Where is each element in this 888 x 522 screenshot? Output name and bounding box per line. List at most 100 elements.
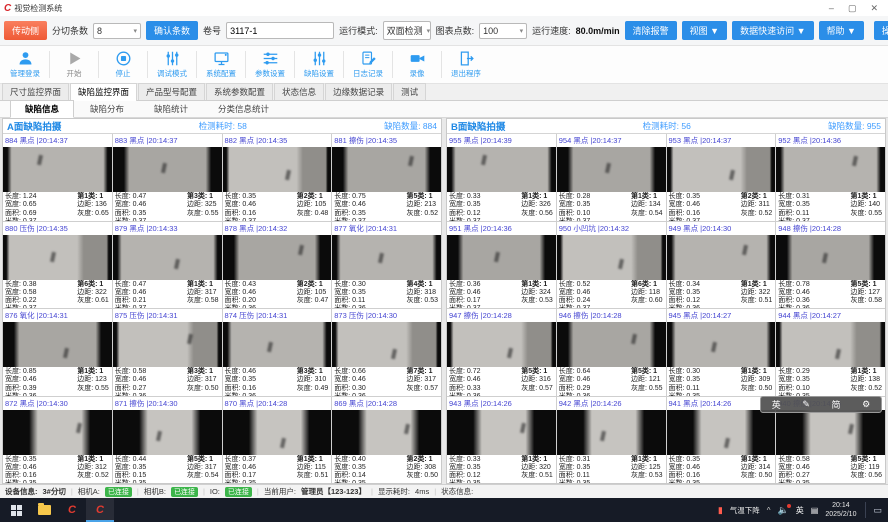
defect-cell[interactable]: 879 黑点 |20:14:33 长度: 0.47 宽度: 0.46 面积: 0…: [113, 222, 222, 309]
defect-image[interactable]: [332, 410, 441, 455]
defect-image[interactable]: [667, 235, 776, 280]
defect-image[interactable]: [447, 235, 556, 280]
defect-cell[interactable]: 874 压伤 |20:14:31 长度: 0.46 宽度: 0.35 面积: 0…: [223, 309, 332, 396]
defect-image[interactable]: [3, 147, 112, 192]
minimize-button[interactable]: –: [829, 3, 834, 14]
operate-side-button[interactable]: 操作侧: [874, 21, 888, 40]
clear-alarm-button[interactable]: 清除报警: [625, 21, 677, 40]
ime-keyboard-icon[interactable]: ▤: [811, 506, 819, 515]
defect-cell[interactable]: 869 黑点 |20:14:28 长度: 0.40 宽度: 0.35 面积: 0…: [332, 397, 441, 484]
defect-cell[interactable]: 943 黑点 |20:14:26 长度: 0.33 宽度: 0.35 面积: 0…: [447, 397, 556, 484]
defect-cell[interactable]: 948 擦伤 |20:14:28 长度: 0.78 宽度: 0.46 面积: 0…: [776, 222, 885, 309]
defect-cell[interactable]: 955 黑点 |20:14:39 长度: 0.33 宽度: 0.35 面积: 0…: [447, 134, 556, 221]
record-video-button[interactable]: 录像: [394, 46, 440, 83]
ime-item-2[interactable]: 简: [832, 398, 841, 411]
defect-cell[interactable]: 880 压伤 |20:14:35 长度: 0.38 宽度: 0.58 面积: 0…: [3, 222, 112, 309]
defect-cell[interactable]: 947 擦伤 |20:14:28 长度: 0.72 宽度: 0.46 面积: 0…: [447, 309, 556, 396]
defect-cell[interactable]: 951 黑点 |20:14:36 长度: 0.36 宽度: 0.46 面积: 0…: [447, 222, 556, 309]
defect-cell[interactable]: 877 氧化 |20:14:31 长度: 0.30 宽度: 0.35 面积: 0…: [332, 222, 441, 309]
slit-count-select[interactable]: 8▾: [93, 23, 141, 39]
defect-cell[interactable]: 872 黑点 |20:14:30 长度: 0.35 宽度: 0.46 面积: 0…: [3, 397, 112, 484]
tab-1[interactable]: 缺陷监控界面: [70, 83, 137, 101]
defect-image[interactable]: [557, 322, 666, 367]
defect-cell[interactable]: 954 黑点 |20:14:37 长度: 0.28 宽度: 0.35 面积: 0…: [557, 134, 666, 221]
defect-image[interactable]: [667, 410, 776, 455]
defect-image[interactable]: [447, 322, 556, 367]
debug-mode-button[interactable]: 调试模式: [149, 46, 195, 83]
tab-5[interactable]: 边缘数据记录: [325, 83, 392, 100]
defect-image[interactable]: [776, 235, 885, 280]
defect-image[interactable]: [557, 410, 666, 455]
ime-item-3[interactable]: ⚙: [862, 399, 870, 410]
defect-cell[interactable]: 881 擦伤 |20:14:35 长度: 0.75 宽度: 0.46 面积: 0…: [332, 134, 441, 221]
defect-image[interactable]: [667, 147, 776, 192]
defect-cell[interactable]: 952 黑点 |20:14:36 长度: 0.31 宽度: 0.35 面积: 0…: [776, 134, 885, 221]
run-mode-select[interactable]: 双面检测▾: [383, 21, 431, 40]
defect-cell[interactable]: 946 擦伤 |20:14:28 长度: 0.64 宽度: 0.46 面积: 0…: [557, 309, 666, 396]
tab-2[interactable]: 产品型号配置: [138, 83, 205, 100]
defect-cell[interactable]: 942 黑点 |20:14:26 长度: 0.31 宽度: 0.35 面积: 0…: [557, 397, 666, 484]
defect-cell[interactable]: 876 氧化 |20:14:31 长度: 0.85 宽度: 0.46 面积: 0…: [3, 309, 112, 396]
input-language-indicator[interactable]: 英: [796, 505, 804, 516]
chart-points-select[interactable]: 100▾: [479, 23, 527, 39]
help-menu-button[interactable]: 帮助 ▼: [819, 21, 864, 40]
tab-0[interactable]: 尺寸监控界面: [2, 83, 69, 100]
tab-3[interactable]: 系统参数配置: [206, 83, 273, 100]
confirm-count-button[interactable]: 确认条数: [146, 21, 198, 40]
defect-cell[interactable]: 871 擦伤 |20:14:30 长度: 0.44 宽度: 0.35 面积: 0…: [113, 397, 222, 484]
defect-image[interactable]: [223, 410, 332, 455]
defect-image[interactable]: [332, 322, 441, 367]
defect-image[interactable]: [3, 322, 112, 367]
defect-image[interactable]: [447, 410, 556, 455]
exit-program-button[interactable]: 退出程序: [443, 46, 489, 83]
defect-cell[interactable]: 873 压伤 |20:14:30 长度: 0.66 宽度: 0.46 面积: 0…: [332, 309, 441, 396]
defect-cell[interactable]: 882 黑点 |20:14:35 长度: 0.35 宽度: 0.46 面积: 0…: [223, 134, 332, 221]
notification-center-icon[interactable]: ▭: [873, 505, 882, 516]
defect-cell[interactable]: 950 小凹坑 |20:14:32 长度: 0.52 宽度: 0.46 面积: …: [557, 222, 666, 309]
pinned-app-button[interactable]: C: [58, 498, 86, 522]
start-button[interactable]: [2, 498, 30, 522]
maximize-button[interactable]: ▢: [848, 3, 857, 14]
defect-cell[interactable]: 875 压伤 |20:14:31 长度: 0.58 宽度: 0.46 面积: 0…: [113, 309, 222, 396]
defect-cell[interactable]: 884 黑点 |20:14:37 长度: 1.24 宽度: 0.65 面积: 0…: [3, 134, 112, 221]
defect-cell[interactable]: 941 黑点 |20:14:26 长度: 0.35 宽度: 0.46 面积: 0…: [667, 397, 776, 484]
tab-6[interactable]: 测试: [393, 83, 426, 100]
stop-button[interactable]: 停止: [100, 46, 146, 83]
view-menu-button[interactable]: 视图 ▼: [682, 21, 727, 40]
defect-image[interactable]: [776, 410, 885, 455]
quick-access-menu-button[interactable]: 数据快速访问 ▼: [732, 21, 813, 40]
defect-cell[interactable]: 870 黑点 |20:14:28 长度: 0.37 宽度: 0.46 面积: 0…: [223, 397, 332, 484]
defect-image[interactable]: [3, 235, 112, 280]
defect-image[interactable]: [667, 322, 776, 367]
log-record-button[interactable]: 日志记录: [345, 46, 391, 83]
admin-login-button[interactable]: 管理登录: [2, 46, 48, 83]
subtab-1[interactable]: 缺陷分布: [76, 101, 138, 117]
defect-image[interactable]: [113, 235, 222, 280]
taskbar-clock[interactable]: 20:14 2025/2/10: [825, 501, 856, 520]
subtab-0[interactable]: 缺陷信息: [10, 100, 74, 118]
drive-side-button[interactable]: 传动侧: [4, 21, 47, 40]
weather-text[interactable]: 气温下降: [730, 505, 760, 516]
defect-image[interactable]: [332, 235, 441, 280]
ime-item-0[interactable]: 英: [772, 398, 781, 411]
param-settings-button[interactable]: 参数设置: [247, 46, 293, 83]
subtab-2[interactable]: 缺陷统计: [140, 101, 202, 117]
roll-number-input[interactable]: [226, 22, 334, 39]
defect-image[interactable]: [223, 322, 332, 367]
defect-cell[interactable]: 944 黑点 |20:14:27 长度: 0.29 宽度: 0.35 面积: 0…: [776, 309, 885, 396]
defect-cell[interactable]: 953 黑点 |20:14:37 长度: 0.35 宽度: 0.46 面积: 0…: [667, 134, 776, 221]
defect-cell[interactable]: 945 黑点 |20:14:27 长度: 0.30 宽度: 0.35 面积: 0…: [667, 309, 776, 396]
defect-image[interactable]: [332, 147, 441, 192]
ime-item-1[interactable]: ✎: [802, 399, 810, 410]
subtab-3[interactable]: 分类信息统计: [204, 101, 283, 117]
tray-expand-icon[interactable]: ^: [767, 506, 771, 515]
defect-image[interactable]: [557, 235, 666, 280]
tab-4[interactable]: 状态信息: [274, 83, 324, 100]
close-button[interactable]: ✕: [870, 3, 878, 14]
defect-image[interactable]: [113, 322, 222, 367]
defect-settings-button[interactable]: 缺陷设置: [296, 46, 342, 83]
defect-cell[interactable]: 883 黑点 |20:14:37 长度: 0.47 宽度: 0.46 面积: 0…: [113, 134, 222, 221]
defect-image[interactable]: [113, 410, 222, 455]
system-config-button[interactable]: 系统配置: [198, 46, 244, 83]
file-explorer-button[interactable]: [30, 498, 58, 522]
